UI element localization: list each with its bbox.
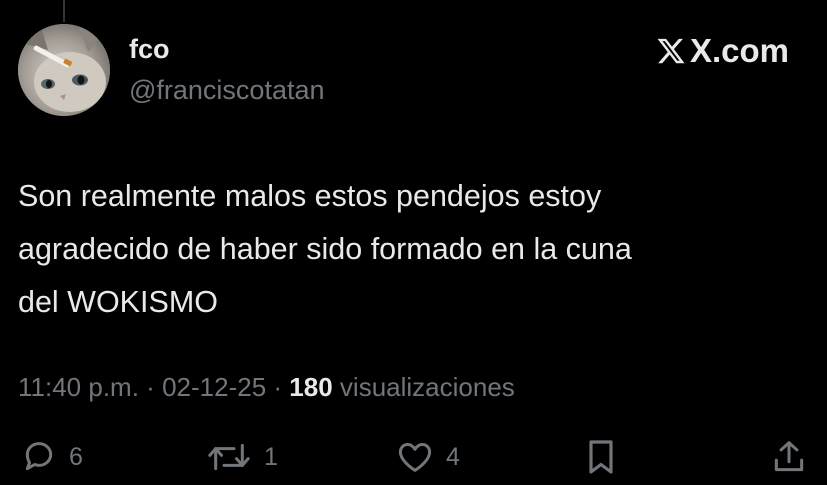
tweet-text: Son realmente malos estos pendejos estoy…	[18, 179, 632, 319]
display-name[interactable]: fco	[129, 32, 170, 66]
like-count: 4	[446, 442, 460, 471]
user-handle[interactable]: @franciscotatan	[129, 73, 325, 107]
tweet-time[interactable]: 11:40 p.m.	[18, 372, 139, 402]
brand-mark: X.com	[656, 30, 789, 72]
meta-separator: ·	[146, 372, 155, 402]
views-count: 180	[289, 372, 333, 402]
views-label: visualizaciones	[339, 372, 515, 402]
reply-count: 6	[69, 442, 83, 471]
repost-icon	[208, 443, 250, 471]
meta-separator: ·	[273, 372, 283, 402]
reply-icon	[25, 442, 53, 471]
bookmark-button[interactable]	[583, 432, 619, 482]
tweet-meta: 11:40 p.m. · 02-12-25 · 180 visualizacio…	[18, 366, 515, 408]
share-button[interactable]	[770, 432, 808, 482]
tweet-date[interactable]: 02-12-25	[162, 372, 266, 402]
repost-count: 1	[264, 442, 278, 471]
like-button[interactable]: 4	[394, 432, 460, 482]
action-bar: 6 1 4	[0, 432, 827, 482]
reply-button[interactable]: 6	[19, 432, 83, 482]
x-logo-icon	[657, 38, 685, 64]
bookmark-icon	[589, 440, 613, 474]
brand-text: X.com	[689, 32, 789, 69]
share-icon	[774, 441, 804, 472]
avatar[interactable]	[18, 24, 110, 116]
repost-button[interactable]: 1	[204, 432, 278, 482]
cat-avatar-image	[18, 24, 110, 116]
thread-line	[63, 0, 65, 22]
heart-icon	[398, 442, 432, 472]
